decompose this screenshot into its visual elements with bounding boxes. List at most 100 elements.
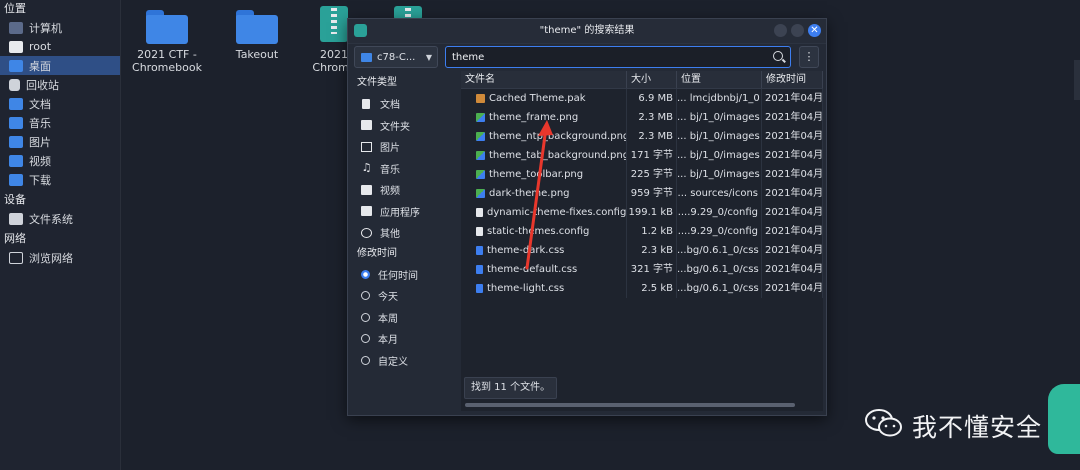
result-location: ... bj/1_0/images (677, 165, 762, 184)
sidebar-item[interactable]: 回收站 (0, 75, 120, 94)
folder-icon (9, 97, 23, 110)
filter-type-item[interactable]: ♫ 音乐 (354, 158, 460, 180)
disk-icon (9, 212, 23, 225)
result-row[interactable]: theme-light.css 2.5 kB ...bg/0.6.1_0/css 20… (461, 279, 823, 298)
filter-type-label: 图片 (380, 143, 400, 155)
results-table: 文件名 大小 位置 修改时间 Cached Theme.pak 6.9 MB...… (461, 71, 823, 411)
horizontal-scrollbar[interactable] (465, 403, 795, 407)
sidebar-item[interactable]: 桌面 (0, 56, 120, 75)
computer-icon (9, 21, 23, 34)
result-name-cell: theme_frame.png (461, 108, 627, 127)
result-location: ....9.29_0/config (677, 203, 762, 222)
sidebar-item-label: 文档 (29, 97, 51, 111)
other-icon (361, 227, 372, 238)
result-row[interactable]: theme-default.css 321 字节 ...bg/0.6.1_0/css… (461, 260, 823, 279)
desktop-item-label: 2021 CTF - (137, 48, 197, 61)
filter-time-item[interactable]: 今天 (354, 285, 460, 307)
sidebar-section-title: 设备 (4, 193, 26, 206)
filter-time-label: 自定义 (378, 356, 408, 368)
column-header-modified[interactable]: 修改时间 (762, 71, 823, 88)
filter-time-item[interactable]: 本月 (354, 328, 460, 350)
dialog-titlebar[interactable]: "theme" 的搜索结果 ✕ (348, 19, 826, 44)
result-row[interactable]: Cached Theme.pak 6.9 MB... lmcjdbnbj/1_0 2… (461, 89, 823, 108)
sidebar-item[interactable]: 音乐 (0, 113, 120, 132)
result-size: 2.3 kB (627, 241, 677, 260)
location-select[interactable]: c78-C... ▼ (354, 46, 438, 68)
sidebar-item[interactable]: 计算机 (0, 18, 120, 37)
filter-type-label: 文档 (380, 100, 400, 112)
result-size: 2.5 kB (627, 279, 677, 298)
filter-type-item[interactable]: 文档 (354, 93, 460, 115)
sidebar-item[interactable]: root (0, 37, 120, 56)
filter-type-item[interactable]: 图片 (354, 136, 460, 158)
video-icon (361, 184, 372, 195)
result-row[interactable]: theme_toolbar.png 225 字节... bj/1_0/images… (461, 165, 823, 184)
sidebar-item[interactable]: 文件系统 (0, 209, 120, 228)
result-row[interactable]: static-themes.config 1.2 kB ....9.29_0/con… (461, 222, 823, 241)
css-file-icon (476, 284, 483, 293)
filter-time-item[interactable]: 自定义 (354, 350, 460, 372)
radio-icon[interactable] (361, 312, 370, 322)
result-modified: 2021年04月 (762, 127, 823, 146)
filter-type-item[interactable]: 视频 (354, 179, 460, 201)
pak-file-icon (476, 94, 485, 103)
result-row[interactable]: theme_tab_background.png 171 字节... bj/1_0… (461, 146, 823, 165)
result-size: 2.3 MB (627, 108, 677, 127)
radio-icon[interactable] (361, 269, 370, 279)
column-header-size[interactable]: 大小 (627, 71, 677, 88)
result-row[interactable]: dark-theme.png 959 字节... sources/icons 202… (461, 184, 823, 203)
result-modified: 2021年04月 (762, 260, 823, 279)
filter-time-item[interactable]: 本周 (354, 307, 460, 329)
sidebar-item[interactable]: 浏览网络 (0, 248, 120, 267)
location-value: c78-C... (377, 52, 416, 63)
sidebar-item[interactable]: 下载 (0, 170, 120, 189)
search-box (445, 46, 791, 68)
sidebar-item[interactable]: 文档 (0, 94, 120, 113)
css-file-icon (476, 265, 483, 274)
column-header-name[interactable]: 文件名 (461, 71, 627, 88)
png-file-icon (476, 113, 485, 122)
filter-type-label: 应用程序 (380, 207, 420, 219)
search-icon[interactable] (773, 51, 783, 61)
filter-type-item[interactable]: 文件夹 (354, 115, 460, 137)
result-location: ... bj/1_0/images (677, 108, 762, 127)
close-button[interactable]: ✕ (808, 24, 821, 37)
result-location: ... bj/1_0/images (677, 146, 762, 165)
sidebar-item-label: 回收站 (26, 78, 59, 92)
radio-icon[interactable] (361, 334, 370, 344)
status-bar: 找到 11 个文件。 (461, 375, 558, 399)
maximize-button[interactable] (791, 24, 804, 37)
result-name: theme_frame.png (489, 112, 579, 123)
result-modified: 2021年04月 (762, 241, 823, 260)
filter-type-item[interactable]: 应用程序 (354, 201, 460, 223)
column-header-location[interactable]: 位置 (677, 71, 762, 88)
result-name: theme_toolbar.png (489, 169, 584, 180)
search-input[interactable] (452, 49, 752, 65)
png-file-icon (476, 132, 485, 141)
result-modified: 2021年04月 (762, 222, 823, 241)
radio-icon[interactable] (361, 291, 370, 301)
filter-type-item[interactable]: 其他 (354, 222, 460, 244)
folder-icon (361, 53, 372, 62)
sidebar-section-title: 网络 (4, 232, 26, 245)
result-row[interactable]: dynamic-theme-fixes.config 199.1 kB ....9.… (461, 203, 823, 222)
result-location: ...bg/0.6.1_0/css (677, 279, 762, 298)
result-row[interactable]: theme_ntp_background.png 2.3 MB... bj/1_0… (461, 127, 823, 146)
sidebar-item[interactable]: 视频 (0, 151, 120, 170)
sidebar-item[interactable]: 图片 (0, 132, 120, 151)
radio-icon[interactable] (361, 355, 370, 365)
result-size: 959 字节 (627, 184, 677, 203)
result-modified: 2021年04月 (762, 89, 823, 108)
result-size: 1.2 kB (627, 222, 677, 241)
desktop-item-ctf-folder[interactable]: 2021 CTF - Chromebook (122, 10, 212, 74)
options-menu-button[interactable]: ⋮ (799, 46, 819, 68)
result-location: ...bg/0.6.1_0/css (677, 260, 762, 279)
result-name-cell: dynamic-theme-fixes.config (461, 203, 627, 222)
filter-time-item[interactable]: 任何时间 (354, 264, 460, 286)
minimize-button[interactable] (774, 24, 787, 37)
result-row[interactable]: theme-dark.css 2.3 kB ...bg/0.6.1_0/css 202… (461, 241, 823, 260)
result-name-cell: theme-dark.css (461, 241, 627, 260)
sidebar-item-label: 文件系统 (29, 212, 73, 226)
result-row[interactable]: theme_frame.png 2.3 MB... bj/1_0/images 20… (461, 108, 823, 127)
folder-icon (236, 10, 278, 44)
